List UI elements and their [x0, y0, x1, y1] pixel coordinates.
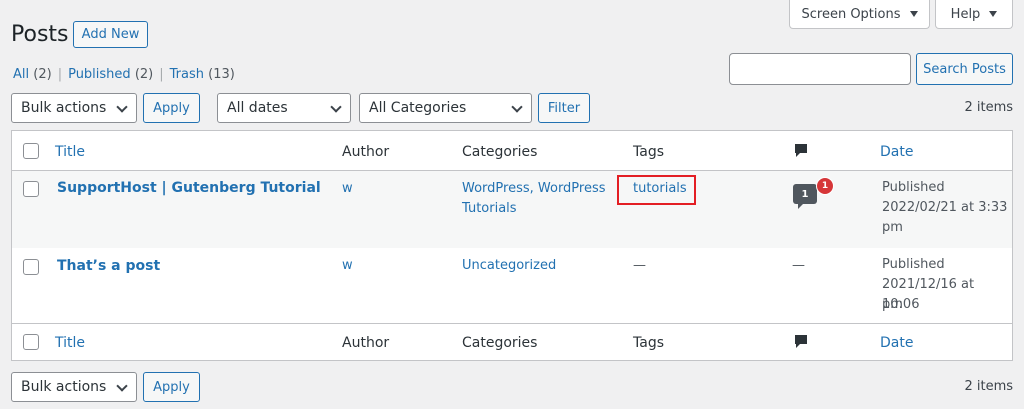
column-author: Author — [342, 335, 390, 351]
row-checkbox[interactable] — [23, 259, 39, 275]
search-posts-button[interactable]: Search Posts — [916, 53, 1013, 85]
table-header-row: Title Author Categories Tags Date — [12, 131, 1012, 171]
filter-button[interactable]: Filter — [538, 93, 590, 123]
column-categories: Categories — [462, 335, 538, 351]
post-date-suffix: pm — [882, 297, 903, 312]
column-title-sort[interactable]: Title — [55, 142, 85, 162]
post-status-filter: All (2) | Published (2) | Trash (13) — [13, 67, 235, 82]
screen-options-label: Screen Options — [801, 6, 901, 22]
comment-icon — [795, 144, 807, 157]
table-row: That’s a post w Uncategorized — — Publis… — [12, 248, 1012, 324]
post-title-link[interactable]: SupportHost | Gutenberg Tutorial — [57, 178, 321, 198]
post-date: 2022/02/21 at 3:33 — [882, 200, 1008, 215]
chevron-down-icon — [511, 101, 523, 113]
column-title-sort[interactable]: Title — [55, 333, 85, 353]
post-status: Published — [882, 257, 945, 272]
select-all-checkbox[interactable] — [23, 143, 39, 159]
author-link[interactable]: w — [342, 256, 353, 276]
bulk-actions-select[interactable]: Bulk actions — [11, 93, 137, 123]
caret-down-icon — [989, 11, 998, 17]
select-all-checkbox[interactable] — [23, 334, 39, 350]
date-filter-select[interactable]: All dates — [217, 93, 351, 123]
category-filter-value: All Categories — [369, 100, 467, 116]
page-title: Posts — [11, 22, 69, 47]
apply-button-bottom[interactable]: Apply — [143, 372, 200, 402]
bulk-actions-value: Bulk actions — [21, 100, 107, 116]
items-count: 2 items — [964, 100, 1013, 115]
search-input[interactable] — [729, 53, 911, 85]
caret-down-icon — [909, 11, 918, 17]
author-link[interactable]: w — [342, 179, 353, 199]
comment-icon — [795, 335, 807, 348]
column-categories: Categories — [462, 144, 538, 160]
column-date-sort[interactable]: Date — [880, 142, 913, 162]
table-row: SupportHost | Gutenberg Tutorial w WordP… — [12, 171, 1012, 248]
date-filter-value: All dates — [227, 100, 288, 116]
separator: | — [57, 67, 63, 82]
column-author: Author — [342, 144, 390, 160]
no-tags: — — [633, 258, 646, 273]
category-filter-select[interactable]: All Categories — [359, 93, 532, 123]
filter-all-link[interactable]: All (2) — [13, 67, 52, 82]
help-label: Help — [950, 6, 981, 22]
approved-comments-bubble[interactable]: 1 — [793, 184, 817, 209]
column-date-sort[interactable]: Date — [880, 333, 913, 353]
category-link[interactable]: WordPress, WordPress — [462, 179, 606, 199]
filter-published-link[interactable]: Published (2) — [68, 67, 153, 82]
apply-button[interactable]: Apply — [143, 93, 200, 123]
post-status: Published — [882, 180, 945, 195]
column-tags: Tags — [633, 144, 664, 160]
table-footer-row: Title Author Categories Tags Date — [12, 324, 1012, 361]
post-date-suffix: pm — [882, 220, 903, 235]
filter-trash-link[interactable]: Trash (13) — [170, 67, 235, 82]
chevron-down-icon — [330, 101, 342, 113]
category-link[interactable]: Tutorials — [462, 199, 517, 219]
add-new-button[interactable]: Add New — [73, 21, 148, 48]
post-title-link[interactable]: That’s a post — [57, 256, 160, 276]
items-count-bottom: 2 items — [964, 379, 1013, 394]
screen-options-button[interactable]: Screen Options — [789, 0, 930, 29]
chevron-down-icon — [116, 380, 128, 392]
help-button[interactable]: Help — [935, 0, 1013, 29]
column-tags: Tags — [633, 335, 664, 351]
no-comments: — — [792, 258, 805, 273]
bulk-actions-select-bottom[interactable]: Bulk actions — [11, 372, 137, 402]
posts-table: Title Author Categories Tags Date Suppor… — [11, 130, 1013, 361]
chevron-down-icon — [116, 101, 128, 113]
row-checkbox[interactable] — [23, 181, 39, 197]
bulk-actions-value: Bulk actions — [21, 379, 107, 395]
category-link[interactable]: Uncategorized — [462, 256, 556, 276]
pending-comments-badge[interactable]: 1 — [816, 177, 834, 195]
tag-link[interactable]: tutorials — [633, 179, 687, 199]
separator: | — [159, 67, 164, 82]
